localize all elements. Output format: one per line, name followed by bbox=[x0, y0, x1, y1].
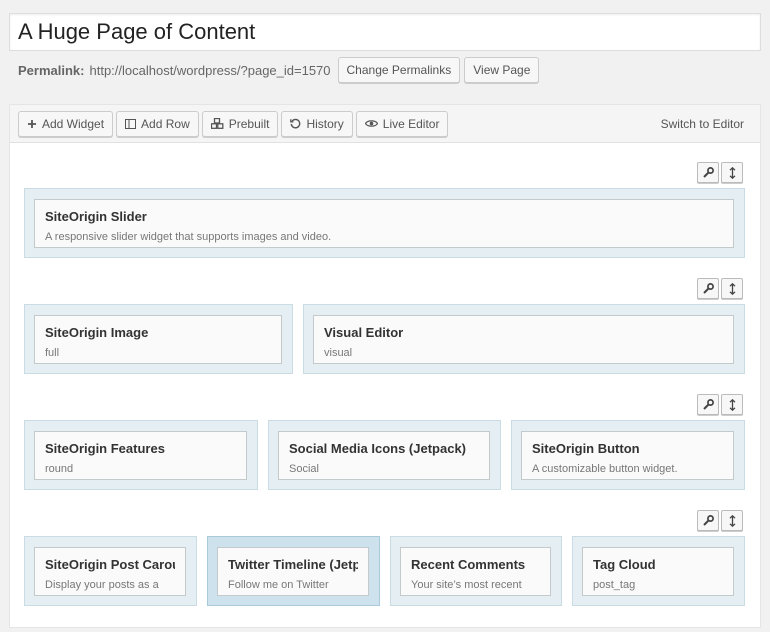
wrench-icon[interactable] bbox=[697, 394, 719, 415]
move-vertical-icon[interactable] bbox=[721, 162, 743, 183]
live-editor-button[interactable]: Live Editor bbox=[355, 110, 449, 137]
widget-description: full bbox=[45, 347, 60, 359]
widget-title: SiteOrigin Post Carousel bbox=[45, 557, 175, 572]
widget-title: SiteOrigin Image bbox=[45, 325, 149, 340]
widget-title: Recent Comments bbox=[411, 557, 526, 572]
widget-title: Social Media Icons (Jetpack) bbox=[289, 441, 467, 456]
live-editor-label: Live Editor bbox=[382, 116, 440, 131]
wrench-icon[interactable] bbox=[697, 278, 719, 299]
widget-social-media-icons[interactable]: Social Media Icons (Jetpack) Social bbox=[278, 431, 490, 480]
add-row-button[interactable]: Add Row bbox=[116, 110, 199, 137]
widget-description: Your site’s most recent bbox=[411, 579, 522, 591]
row-1-tools bbox=[697, 162, 743, 183]
widget-description: Display your posts as a bbox=[45, 579, 159, 591]
eye-icon bbox=[364, 119, 378, 128]
page-title-input[interactable]: A Huge Page of Content bbox=[9, 13, 761, 51]
row-3-tools bbox=[697, 394, 743, 415]
widget-visual-editor[interactable]: Visual Editor visual bbox=[313, 315, 734, 364]
wrench-icon[interactable] bbox=[697, 510, 719, 531]
widget-siteorigin-image[interactable]: SiteOrigin Image full bbox=[34, 315, 282, 364]
wrench-icon[interactable] bbox=[697, 162, 719, 183]
widget-siteorigin-features[interactable]: SiteOrigin Features round bbox=[34, 431, 247, 480]
switch-to-editor-link[interactable]: Switch to Editor bbox=[661, 117, 744, 131]
prebuilt-button[interactable]: Prebuilt bbox=[201, 110, 279, 137]
permalink-label: Permalink: bbox=[18, 62, 85, 78]
widget-description: round bbox=[45, 463, 74, 475]
widget-description: A customizable button widget. bbox=[532, 463, 678, 475]
widget-siteorigin-slider[interactable]: SiteOrigin Slider A responsive slider wi… bbox=[34, 199, 734, 248]
add-widget-label: Add Widget bbox=[42, 116, 105, 131]
widget-siteorigin-post-carousel[interactable]: SiteOrigin Post Carousel Display your po… bbox=[34, 547, 186, 596]
add-row-label: Add Row bbox=[141, 116, 190, 131]
widget-recent-comments[interactable]: Recent Comments Your site’s most recent bbox=[400, 547, 551, 596]
change-permalinks-button[interactable]: Change Permalinks bbox=[337, 57, 461, 83]
widget-description: post_tag bbox=[593, 579, 636, 591]
widget-title: Tag Cloud bbox=[593, 557, 656, 572]
widget-siteorigin-button[interactable]: SiteOrigin Button A customizable button … bbox=[521, 431, 734, 480]
widget-title: SiteOrigin Slider bbox=[45, 209, 147, 224]
widget-title: Twitter Timeline (Jetpack) bbox=[228, 557, 358, 572]
prebuilt-label: Prebuilt bbox=[228, 116, 270, 131]
history-label: History bbox=[306, 116, 344, 131]
widget-twitter-timeline[interactable]: Twitter Timeline (Jetpack) Follow me on … bbox=[217, 547, 369, 596]
permalink-row: Permalink: http://localhost/wordpress/?p… bbox=[18, 57, 540, 83]
widget-description: visual bbox=[324, 347, 353, 359]
move-vertical-icon[interactable] bbox=[721, 278, 743, 299]
widget-description: Social bbox=[289, 463, 319, 475]
widget-title: SiteOrigin Button bbox=[532, 441, 640, 456]
widget-title: SiteOrigin Features bbox=[45, 441, 165, 456]
widget-title: Visual Editor bbox=[324, 325, 404, 340]
columns-icon bbox=[125, 118, 137, 129]
row-4-tools bbox=[697, 510, 743, 531]
history-button[interactable]: History bbox=[281, 110, 353, 137]
cubes-icon bbox=[210, 118, 224, 129]
move-vertical-icon[interactable] bbox=[721, 394, 743, 415]
move-vertical-icon[interactable] bbox=[721, 510, 743, 531]
history-icon bbox=[290, 118, 301, 129]
widget-description: A responsive slider widget that supports… bbox=[45, 231, 332, 243]
widget-description: Follow me on Twitter bbox=[228, 579, 329, 591]
plus-icon bbox=[27, 119, 37, 129]
add-widget-button[interactable]: Add Widget bbox=[18, 110, 114, 137]
builder-toolbar: Add Widget Add Row Prebuilt History Live… bbox=[10, 105, 760, 143]
permalink-url[interactable]: http://localhost/wordpress/?page_id=1570 bbox=[89, 63, 330, 78]
widget-tag-cloud[interactable]: Tag Cloud post_tag bbox=[582, 547, 734, 596]
row-2-tools bbox=[697, 278, 743, 299]
view-page-button[interactable]: View Page bbox=[464, 57, 540, 83]
